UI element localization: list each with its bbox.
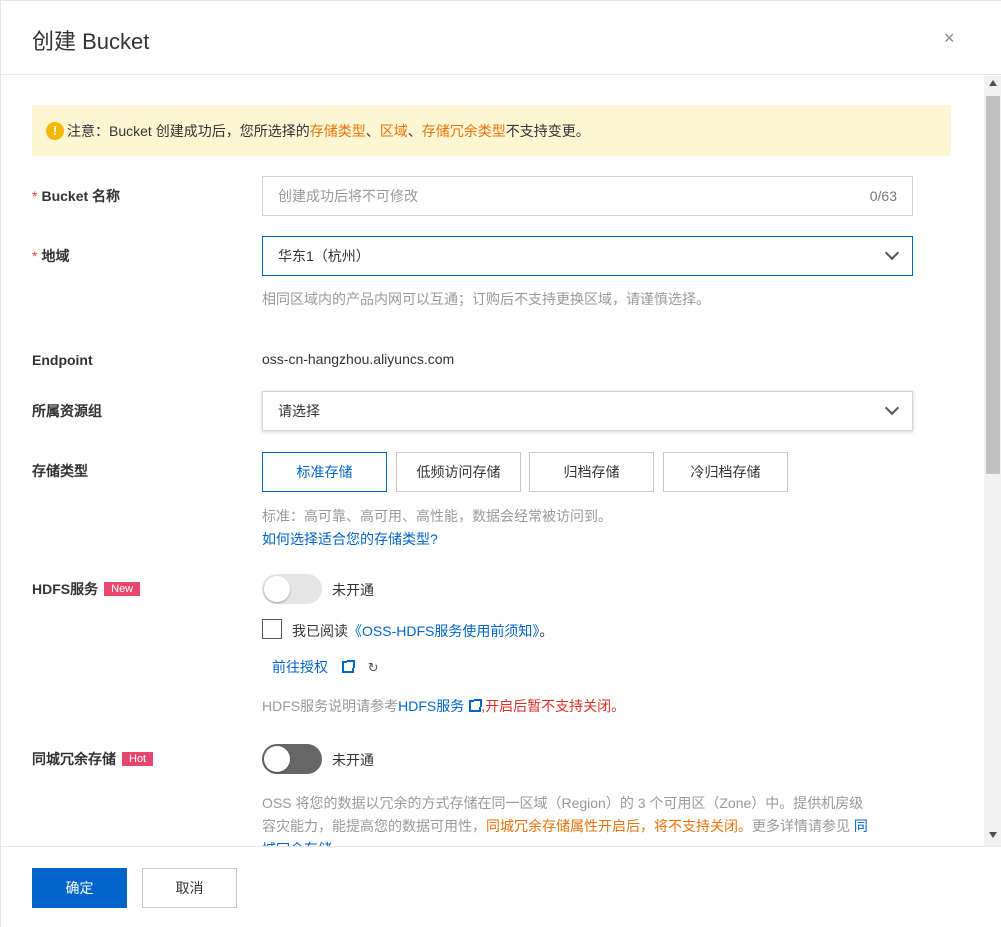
notice-separator: 、	[407, 122, 422, 139]
hdfs-note-prefix: HDFS服务说明请参考	[262, 698, 399, 714]
create-bucket-dialog: 创建 Bucket × ! 注意：Bucket 创建成功后，您所选择的 存储类型…	[0, 0, 1001, 927]
region-label-text: 地域	[41, 248, 70, 264]
region-value: 华东1（杭州）	[278, 248, 370, 264]
resource-group-select[interactable]: 请选择	[262, 391, 913, 431]
zrs-desc-suffix: 更多详情请参见	[752, 818, 854, 834]
toggle-knob	[264, 746, 290, 772]
hdfs-agree-checkbox[interactable]	[262, 619, 282, 639]
storage-option-archive[interactable]: 归档存储	[529, 452, 654, 492]
bucket-name-input[interactable]: 创建成功后将不可修改 0/63	[262, 176, 913, 216]
required-mark: *	[32, 248, 38, 264]
zrs-label-text: 同城冗余存储	[32, 751, 116, 767]
zrs-doc-link-cont[interactable]: 城冗余存储	[262, 838, 922, 846]
hdfs-label-text: HDFS服务	[32, 581, 99, 597]
dialog-title: 创建 Bucket	[32, 29, 150, 54]
new-badge: New	[104, 582, 141, 596]
hot-badge: Hot	[122, 752, 154, 766]
warning-icon: !	[46, 121, 64, 140]
resource-group-label: 所属资源组	[32, 403, 102, 419]
bucket-name-label: * Bucket 名称	[32, 186, 120, 206]
notice-prefix: 注意：Bucket 创建成功后，您所选择的	[67, 122, 310, 139]
hdfs-note-warning: ,开启后暂不支持关闭。	[481, 698, 626, 714]
hdfs-note: HDFS服务说明请参考HDFS服务 ,开启后暂不支持关闭。	[262, 696, 625, 716]
endpoint-label: Endpoint	[32, 352, 93, 368]
hdfs-doc-link[interactable]: HDFS服务	[398, 698, 464, 714]
scroll-thumb[interactable]	[986, 96, 1000, 474]
region-hint: 相同区域内的产品内网可以互通；订购后不支持更换区域，请谨慎选择。	[262, 291, 710, 307]
region-label: * 地域	[32, 246, 69, 266]
hdfs-label: HDFS服务 New	[32, 579, 141, 599]
bucket-name-placeholder: 创建成功后将不可修改	[278, 188, 418, 204]
zrs-desc-line1: OSS 将您的数据以冗余的方式存储在同一区域（Region）的 3 个可用区（Z…	[262, 795, 864, 811]
zrs-toggle[interactable]	[262, 744, 322, 774]
storage-option-cold-archive[interactable]: 冷归档存储	[663, 452, 788, 492]
hdfs-toggle[interactable]	[262, 574, 322, 604]
notice-highlight-region: 区域	[379, 122, 408, 139]
zrs-desc-warning: 同城冗余存储属性开启后，将不支持关闭。	[486, 818, 752, 834]
scroll-up-arrow-icon[interactable]	[989, 80, 997, 86]
storage-class-help-link[interactable]: 如何选择适合您的存储类型?	[262, 529, 438, 549]
zrs-desc-prefix: 容灾能力，能提高您的数据可用性，	[262, 818, 486, 834]
chevron-down-icon	[884, 245, 900, 261]
hdfs-agree-prefix: 我已阅读	[292, 623, 348, 639]
go-authorize-link[interactable]: 前往授权	[272, 659, 328, 675]
chevron-down-icon	[884, 400, 900, 416]
zrs-description: OSS 将您的数据以冗余的方式存储在同一区域（Region）的 3 个可用区（Z…	[262, 792, 922, 846]
bucket-name-counter: 0/63	[869, 188, 897, 204]
storage-option-ia[interactable]: 低频访问存储	[396, 452, 521, 492]
vertical-scrollbar[interactable]	[984, 76, 1001, 846]
confirm-button[interactable]: 确定	[32, 868, 127, 908]
region-select[interactable]: 华东1（杭州）	[262, 236, 913, 276]
hdfs-notice-link[interactable]: 《OSS-HDFS服务使用前须知》	[348, 623, 539, 639]
zrs-doc-link[interactable]: 同	[854, 818, 868, 834]
required-mark: *	[32, 188, 38, 204]
notice-banner: ! 注意：Bucket 创建成功后，您所选择的 存储类型 、 区域 、 存储冗余…	[32, 105, 951, 156]
notice-suffix: 不支持变更。	[505, 122, 590, 139]
hdfs-auth-row: 前往授权 ↻	[272, 657, 379, 677]
hdfs-status: 未开通	[332, 582, 374, 598]
scroll-down-arrow-icon[interactable]	[989, 832, 997, 838]
toggle-knob	[264, 576, 290, 602]
notice-separator: 、	[365, 122, 380, 139]
bucket-name-label-text: Bucket 名称	[41, 188, 121, 204]
external-link-icon[interactable]	[341, 660, 355, 673]
zrs-label: 同城冗余存储 Hot	[32, 749, 154, 769]
dialog-footer: 确定 取消	[1, 846, 1001, 927]
close-icon[interactable]: ×	[944, 28, 955, 48]
dialog-body: ! 注意：Bucket 创建成功后，您所选择的 存储类型 、 区域 、 存储冗余…	[1, 76, 984, 846]
hdfs-agree-text: 我已阅读《OSS-HDFS服务使用前须知》。	[292, 621, 553, 641]
zrs-desc-line2: 容灾能力，能提高您的数据可用性，同城冗余存储属性开启后，将不支持关闭。更多详情请…	[262, 815, 922, 838]
resource-group-value: 请选择	[278, 403, 320, 419]
zrs-status: 未开通	[332, 752, 374, 768]
storage-option-standard[interactable]: 标准存储	[262, 452, 387, 492]
storage-class-hint: 标准：高可靠、高可用、高性能，数据会经常被访问到。	[262, 508, 612, 524]
notice-highlight-storage-class: 存储类型	[309, 122, 366, 139]
dialog-header: 创建 Bucket ×	[1, 1, 1001, 75]
storage-class-label: 存储类型	[32, 463, 88, 479]
refresh-icon[interactable]: ↻	[368, 660, 379, 675]
hdfs-agree-suffix: 。	[539, 623, 554, 639]
endpoint-value: oss-cn-hangzhou.aliyuncs.com	[262, 351, 455, 367]
external-link-icon[interactable]	[469, 699, 483, 712]
notice-highlight-redundancy: 存储冗余类型	[421, 122, 506, 139]
cancel-button[interactable]: 取消	[142, 868, 237, 908]
